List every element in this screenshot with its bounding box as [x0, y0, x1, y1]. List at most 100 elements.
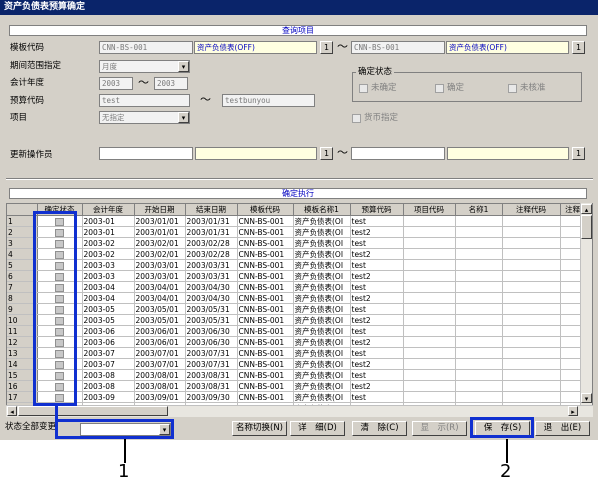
table-row[interactable]: 9 2003-05 2003/05/01 2003/05/31 CNN-BS-001 资产… [7, 303, 591, 315]
col-note-code[interactable]: 注释代码 [502, 204, 561, 216]
table-row[interactable]: 11 2003-06 2003/06/01 2003/06/30 CNN-BS-001 资… [7, 325, 591, 337]
grid-horizontal-scrollbar[interactable]: ◂ ▸ [6, 405, 593, 417]
updater-from-lookup-button[interactable]: 1 [320, 147, 333, 160]
fiscal-year-cell: 2003-02 [82, 237, 135, 249]
table-row[interactable]: 4 2003-02 2003/02/01 2003/02/28 CNN-BS-001 资产… [7, 248, 591, 260]
updater-to-input[interactable] [351, 147, 445, 160]
budget-code-to-input[interactable]: testbunyou [222, 94, 315, 107]
updater-range-tilde: ～ [337, 146, 348, 159]
end-date-cell: 2003/07/31 [185, 347, 238, 359]
template-from-lookup-button[interactable]: 1 [320, 41, 333, 54]
start-date-cell: 2003/09/01 [134, 391, 186, 403]
note-code-cell [502, 215, 561, 227]
table-row[interactable]: 5 2003-03 2003/03/01 2003/03/31 CNN-BS-001 资产… [7, 259, 591, 271]
table-row[interactable]: 1 2003-01 2003/01/01 2003/01/31 CNN-BS-001 资产… [7, 215, 591, 227]
table-row[interactable]: 14 2003-07 2003/07/01 2003/07/31 CNN-BS-001 资… [7, 358, 591, 370]
confirmed-checkbox[interactable] [435, 84, 444, 93]
table-row[interactable]: 12 2003-06 2003/06/01 2003/06/30 CNN-BS-001 资… [7, 336, 591, 348]
name-cell [455, 336, 503, 348]
exit-button[interactable]: 退 出(E) [535, 421, 590, 436]
table-row[interactable]: 15 2003-08 2003/08/01 2003/08/31 CNN-BS-001 资… [7, 369, 591, 381]
fiscal-year-cell: 2003-07 [82, 358, 135, 370]
scroll-down-icon[interactable]: ▾ [581, 393, 592, 403]
fiscal-year-cell: 2003-06 [82, 325, 135, 337]
updater-to-lookup-button[interactable]: 1 [572, 147, 585, 160]
fiscal-year-label: 会计年度 [10, 78, 45, 88]
template-to-lookup-button[interactable]: 1 [572, 41, 585, 54]
updater-from-input[interactable] [99, 147, 193, 160]
fiscal-year-cell: 2003-05 [82, 303, 135, 315]
template-name-cell: 资产负债表(OI [293, 215, 351, 227]
table-row[interactable]: 6 2003-03 2003/03/01 2003/03/31 CNN-BS-001 资产… [7, 270, 591, 282]
template-code-cell: CNN-BS-001 [237, 226, 294, 238]
table-row[interactable]: 10 2003-05 2003/05/01 2003/05/31 CNN-BS-001 资… [7, 314, 591, 326]
template-code-cell: CNN-BS-001 [237, 292, 294, 304]
start-date-cell: 2003/03/01 [134, 259, 186, 271]
table-row[interactable]: 17 2003-09 2003/09/01 2003/09/30 CNN-BS-001 资… [7, 391, 591, 403]
fiscal-year-to-input[interactable]: 2003 [154, 77, 188, 90]
switch-name-button[interactable]: 名称切换(N) [232, 421, 287, 436]
col-template-name[interactable]: 模板名称1 [293, 204, 351, 216]
template-code-cell: CNN-BS-001 [237, 336, 294, 348]
table-row[interactable]: 13 2003-07 2003/07/01 2003/07/31 CNN-BS-001 资… [7, 347, 591, 359]
item-code-cell [403, 281, 456, 293]
name-cell [455, 226, 503, 238]
grid-vertical-scrollbar[interactable]: ▴ ▾ [580, 203, 592, 405]
end-date-cell: 2003/05/31 [185, 314, 238, 326]
end-date-cell: 2003/08/31 [185, 380, 238, 392]
col-fiscal-year[interactable]: 会计年度 [82, 204, 135, 216]
currency-checkbox[interactable] [352, 114, 361, 123]
detail-button[interactable]: 详 细(D) [290, 421, 345, 436]
note-code-cell [502, 347, 561, 359]
budget-code-from-input[interactable]: test [99, 94, 190, 107]
unconfirmed-checkbox[interactable] [359, 84, 368, 93]
period-range-select[interactable]: 月度 [99, 60, 190, 73]
template-code-from-input[interactable]: CNN-BS-001 [99, 41, 193, 54]
note-code-cell [502, 259, 561, 271]
col-start-date[interactable]: 开始日期 [134, 204, 186, 216]
name-cell [455, 248, 503, 260]
item-select[interactable]: 无指定 [99, 111, 190, 124]
scroll-up-icon[interactable]: ▴ [581, 204, 592, 214]
fiscal-year-from-input[interactable]: 2003 [99, 77, 133, 90]
unapproved-checkbox[interactable] [508, 84, 517, 93]
end-date-cell: 2003/04/30 [185, 281, 238, 293]
display-button[interactable]: 显 示(R) [412, 421, 467, 436]
scroll-left-icon[interactable]: ◂ [7, 406, 17, 416]
note-code-cell [502, 270, 561, 282]
start-date-cell: 2003/05/01 [134, 314, 186, 326]
horizontal-scroll-thumb[interactable] [18, 406, 168, 416]
table-row[interactable]: 7 2003-04 2003/04/01 2003/04/30 CNN-BS-001 资产… [7, 281, 591, 293]
col-budget-code[interactable]: 预算代码 [350, 204, 404, 216]
table-row[interactable]: 3 2003-02 2003/02/01 2003/02/28 CNN-BS-001 资产… [7, 237, 591, 249]
start-date-cell: 2003/04/01 [134, 281, 186, 293]
col-name[interactable]: 名称1 [455, 204, 503, 216]
name-cell [455, 270, 503, 282]
scroll-right-icon[interactable]: ▸ [568, 406, 578, 416]
col-end-date[interactable]: 结束日期 [185, 204, 238, 216]
template-code-to-input[interactable]: CNN-BS-001 [351, 41, 445, 54]
item-dropdown-icon[interactable]: ▾ [178, 112, 189, 123]
note-code-cell [502, 281, 561, 293]
note-code-cell [502, 369, 561, 381]
template-name-cell: 资产负债表(OI [293, 248, 351, 260]
col-template-code[interactable]: 模板代码 [237, 204, 294, 216]
clear-button[interactable]: 清 除(C) [352, 421, 407, 436]
table-row[interactable]: 16 2003-08 2003/08/01 2003/08/31 CNN-BS-001 资… [7, 380, 591, 392]
template-code-cell: CNN-BS-001 [237, 358, 294, 370]
item-code-cell [403, 237, 456, 249]
col-item-code[interactable]: 项目代码 [403, 204, 456, 216]
template-name-cell: 资产负债表(OI [293, 325, 351, 337]
budget-code-cell: test [350, 303, 404, 315]
start-date-cell: 2003/08/01 [134, 369, 186, 381]
fiscal-year-cell: 2003-05 [82, 314, 135, 326]
note-code-cell [502, 292, 561, 304]
table-row[interactable]: 8 2003-04 2003/04/01 2003/04/30 CNN-BS-001 资产… [7, 292, 591, 304]
period-range-dropdown-icon[interactable]: ▾ [178, 61, 189, 72]
name-cell [455, 281, 503, 293]
vertical-scroll-thumb[interactable] [581, 215, 592, 239]
end-date-cell: 2003/02/28 [185, 248, 238, 260]
table-row[interactable]: 2 2003-01 2003/01/01 2003/01/31 CNN-BS-001 资产… [7, 226, 591, 238]
note-code-cell [502, 391, 561, 403]
unapproved-label: 未核准 [520, 83, 546, 93]
